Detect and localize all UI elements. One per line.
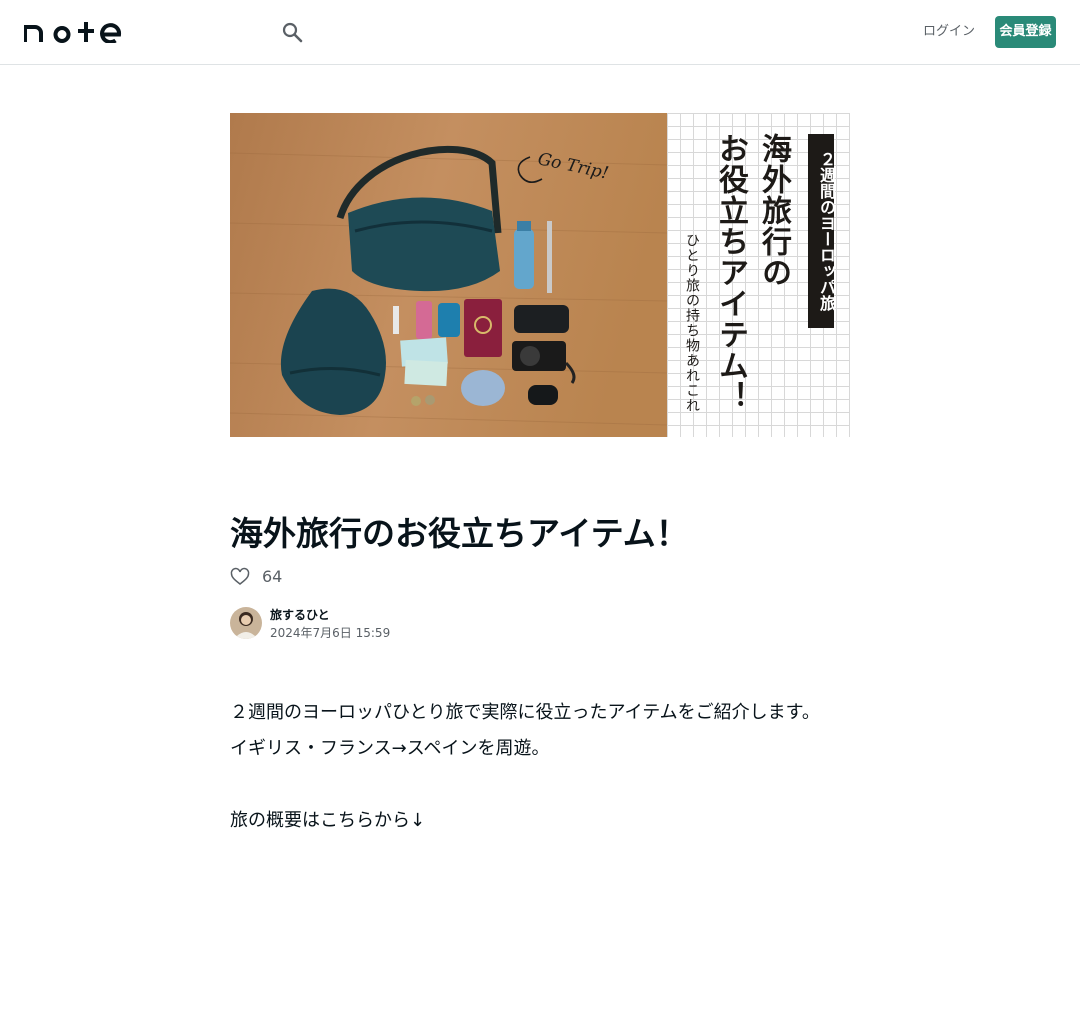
heart-icon[interactable] [230, 567, 250, 587]
post-date: 2024年7月6日 15:59 [270, 626, 391, 640]
hero-title-line-1: 海外旅行の [756, 133, 791, 288]
hero-tag: ２週間のヨーロッパ旅 [808, 134, 836, 328]
search-icon[interactable] [280, 20, 304, 44]
signup-button[interactable]: 会員登録 [995, 16, 1056, 48]
body-paragraph: イギリス・フランス→スペインを周遊。 [230, 738, 550, 759]
hero-photo: Go Trip! [230, 113, 667, 437]
body-paragraph: ２週間のヨーロッパひとり旅で実際に役立ったアイテムをご紹介します。 [230, 702, 820, 723]
like-count[interactable]: 64 [262, 565, 282, 589]
hero-title-panel: ２週間のヨーロッパ旅 海外旅行の お役立ちアイテム！ ひとり旅の持ち物あれこれ [667, 113, 850, 437]
article-title: 海外旅行のお役立ちアイテム！ [230, 514, 689, 553]
body-paragraph [230, 767, 850, 803]
login-link[interactable]: ログイン [920, 20, 978, 44]
author-info: 旅するひと 2024年7月6日 15:59 [230, 606, 630, 640]
author-name[interactable]: 旅するひと [270, 606, 330, 624]
body-paragraph: 旅の概要はこちらから↓ [230, 810, 426, 831]
hero-image: Go Trip! ２週間のヨーロッパ旅 海外旅行の お役立ちアイテム！ ひとり旅… [230, 113, 850, 437]
site-header: ログイン 会員登録 [0, 0, 1080, 65]
avatar[interactable] [230, 607, 262, 639]
hero-title-line-2: お役立ちアイテム！ [713, 133, 748, 412]
article-body: ２週間のヨーロッパひとり旅で実際に役立ったアイテムをご紹介します。 イギリス・フ… [230, 695, 850, 839]
hero-subtitle: ひとり旅の持ち物あれこれ [684, 233, 700, 413]
note-logo[interactable] [24, 21, 122, 43]
